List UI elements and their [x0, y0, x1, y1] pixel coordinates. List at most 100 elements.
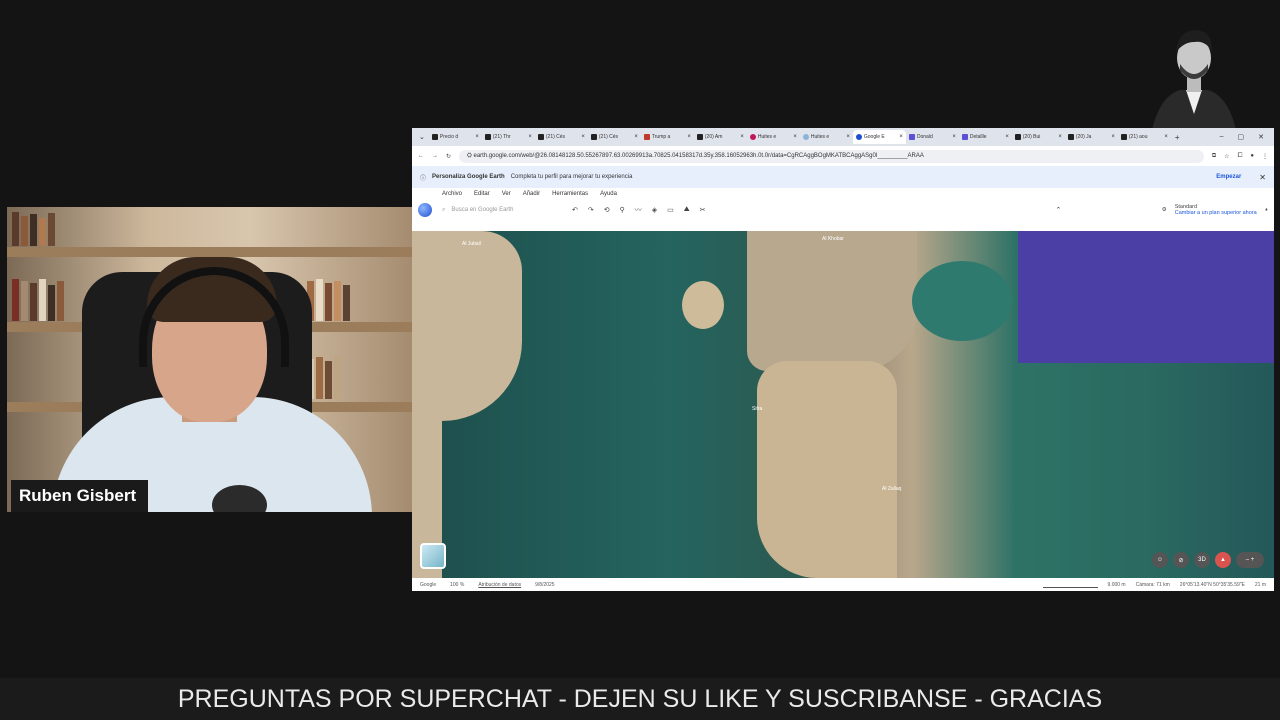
- close-tab-icon[interactable]: ×: [899, 134, 903, 140]
- elevation: 21 m: [1254, 581, 1266, 588]
- menu-item-editar[interactable]: Editar: [474, 191, 490, 197]
- attribution-link[interactable]: Atribución de datos: [478, 582, 521, 588]
- menu-item-archivo[interactable]: Archivo: [442, 191, 462, 197]
- install-icon[interactable]: ⧉: [1212, 153, 1216, 160]
- close-tab-icon[interactable]: ×: [581, 134, 585, 140]
- promo-start-button[interactable]: Empezar: [1216, 174, 1241, 180]
- close-window-icon[interactable]: ✕: [1258, 133, 1264, 141]
- browser-tab[interactable]: (21) Thr ×: [482, 130, 535, 144]
- account-avatar-icon[interactable]: ◕: [1265, 207, 1268, 213]
- browser-tab-active[interactable]: Google E ×: [852, 130, 906, 144]
- close-tab-icon[interactable]: ×: [1111, 134, 1115, 140]
- close-tab-icon[interactable]: ×: [475, 134, 479, 140]
- address-bar-row: ← → ↻ ⛭ earth.google.com/web/@26.0814812…: [412, 146, 1274, 166]
- menu-item-anadir[interactable]: Añadir: [523, 191, 540, 197]
- profile-icon[interactable]: ●: [1250, 153, 1254, 159]
- browser-tab[interactable]: (20) Ja ×: [1065, 130, 1118, 144]
- pegman-icon[interactable]: ☺: [1152, 552, 1168, 568]
- map-label: Al Jubail: [462, 241, 481, 247]
- hide-icon[interactable]: ⊘: [1173, 552, 1189, 568]
- extensions-icon[interactable]: ⧠: [1238, 153, 1243, 160]
- browser-tab[interactable]: (21) Cés ×: [588, 130, 641, 144]
- forward-icon[interactable]: →: [432, 153, 438, 159]
- globe-icon: [802, 134, 809, 140]
- compass-icon[interactable]: ▲: [1215, 552, 1231, 568]
- search-box[interactable]: ⌕ Busca en Google Earth: [442, 203, 562, 217]
- google-earth-logo-icon[interactable]: [418, 203, 432, 217]
- bahrain-main-island: [757, 361, 897, 578]
- imagery-date: 9/8/2025: [535, 581, 555, 588]
- image-overlay-icon[interactable]: ⛰: [684, 206, 690, 214]
- menu-item-ayuda[interactable]: Ayuda: [600, 191, 617, 197]
- url-field[interactable]: ⛭ earth.google.com/web/@26.08148128.50.5…: [459, 149, 1204, 163]
- redo-icon[interactable]: ↷: [588, 206, 594, 214]
- undo-icon[interactable]: ↶: [572, 206, 578, 214]
- t-icon: [908, 134, 915, 140]
- placemark-icon[interactable]: ⚲: [620, 206, 625, 214]
- search-input[interactable]: Busca en Google Earth: [451, 207, 513, 213]
- new-tab-icon[interactable]: +: [1171, 133, 1184, 142]
- back-icon[interactable]: ←: [418, 153, 424, 159]
- chevron-up-icon[interactable]: ⌃: [1056, 206, 1062, 214]
- close-tab-icon[interactable]: ×: [846, 134, 850, 140]
- browser-tab[interactable]: (20) Am ×: [694, 130, 747, 144]
- x-icon: [484, 134, 491, 140]
- settings-gear-icon[interactable]: ⚙: [1162, 207, 1167, 213]
- browser-tab[interactable]: (21) Cés ×: [535, 130, 588, 144]
- tab-favicon-icon: [431, 134, 438, 140]
- measure-icon[interactable]: ▭: [667, 206, 674, 214]
- upgrade-link[interactable]: Cambiar a un plan superior ahora: [1175, 210, 1257, 216]
- path-icon[interactable]: 〰: [635, 205, 642, 215]
- info-icon: ⓘ: [420, 175, 427, 182]
- tab-strip: ⌄ Precio d × (21) Thr × (21) Cés × (21) Cés…: [412, 128, 1274, 146]
- browser-tab[interactable]: Precio d ×: [429, 130, 482, 144]
- reload-icon[interactable]: ↻: [446, 153, 451, 160]
- layers-icon[interactable]: ◈: [652, 206, 657, 214]
- highlighted-region: [1018, 231, 1274, 363]
- bookmark-star-icon[interactable]: ☆: [1224, 153, 1229, 160]
- browser-window: ⌄ Precio d × (21) Thr × (21) Cés × (21) Cés…: [412, 128, 1274, 591]
- close-tab-icon[interactable]: ×: [1005, 134, 1009, 140]
- close-icon[interactable]: ✕: [1259, 173, 1266, 182]
- profile-promo-banner: ⓘ Personaliza Google Earth Completa tu p…: [412, 166, 1274, 188]
- maximize-icon[interactable]: ▢: [1238, 133, 1245, 141]
- close-tab-icon[interactable]: ×: [952, 134, 956, 140]
- close-tab-icon[interactable]: ×: [740, 134, 744, 140]
- map-label: Sitra: [752, 406, 763, 412]
- browser-tab[interactable]: (21) aou ×: [1118, 130, 1171, 144]
- browser-tab[interactable]: Trump a ×: [641, 130, 694, 144]
- scale-label: 9.000 m: [1107, 581, 1126, 588]
- menu-item-herramientas[interactable]: Herramientas: [552, 191, 588, 197]
- browser-tab[interactable]: Donald ×: [906, 130, 959, 144]
- close-tab-icon[interactable]: ×: [634, 134, 638, 140]
- browser-tab[interactable]: Huites e ×: [747, 130, 800, 144]
- browser-tab[interactable]: Detallle ×: [959, 130, 1012, 144]
- close-tab-icon[interactable]: ×: [528, 134, 532, 140]
- tools-icon[interactable]: ✂: [700, 206, 706, 214]
- close-tab-icon[interactable]: ×: [1058, 134, 1062, 140]
- coordinates: 26°05'13.40"N 50°35'35.59"E: [1179, 581, 1245, 588]
- close-tab-icon[interactable]: ×: [1164, 134, 1168, 140]
- menu-item-ver[interactable]: Ver: [502, 191, 511, 197]
- promo-text: Completa tu perfil para mejorar tu exper…: [510, 174, 633, 180]
- browser-tab[interactable]: Huites e ×: [800, 130, 853, 144]
- map-layer-toggle[interactable]: [420, 543, 446, 569]
- satellite-map[interactable]: Al Jubail Al Khobar Sitra Al Zallaq ☺ ⊘ …: [412, 231, 1274, 578]
- presenter-name: Ruben Gisbert: [11, 480, 149, 512]
- promo-title: Personaliza Google Earth: [432, 174, 505, 180]
- minimize-icon[interactable]: –: [1220, 133, 1224, 141]
- map-label: Al Zallaq: [882, 486, 902, 492]
- browser-tab[interactable]: (20) Bui ×: [1012, 130, 1065, 144]
- history-icon[interactable]: ⟲: [604, 206, 610, 214]
- toggle-3d-button[interactable]: 3D: [1194, 552, 1210, 568]
- close-tab-icon[interactable]: ×: [793, 134, 797, 140]
- map-controls: ☺ ⊘ 3D ▲ – +: [1152, 552, 1264, 568]
- google-brand: Google: [420, 581, 437, 588]
- webcam-feed: [7, 207, 412, 512]
- flag-icon: [643, 134, 650, 140]
- menu-icon[interactable]: ⋮: [1262, 153, 1268, 160]
- tab-search-icon[interactable]: ⌄: [415, 133, 429, 141]
- close-tab-icon[interactable]: ×: [687, 134, 691, 140]
- zoom-control[interactable]: – +: [1236, 552, 1264, 568]
- bottom-ticker: PREGUNTAS POR SUPERCHAT - DEJEN SU LIKE …: [0, 678, 1280, 720]
